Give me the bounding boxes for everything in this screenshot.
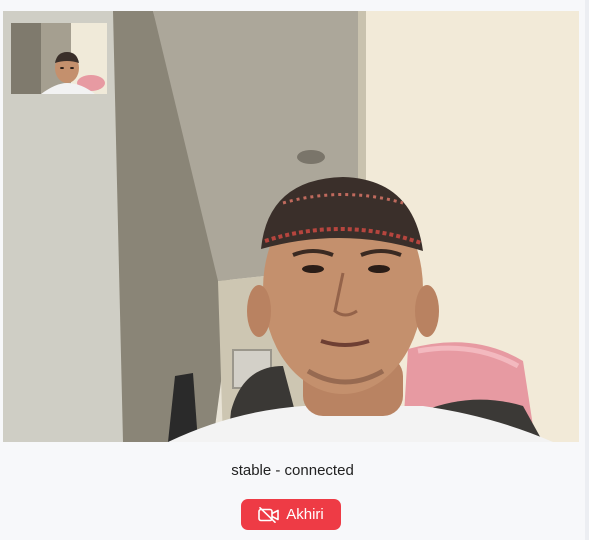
- end-call-label: Akhiri: [286, 506, 324, 523]
- scrollbar-track: [585, 0, 589, 540]
- connection-status: stable - connected: [231, 462, 354, 479]
- video-call-card: stable - connected Akhiri: [0, 0, 585, 540]
- local-video-preview: [11, 23, 107, 94]
- video-off-icon: [258, 506, 280, 523]
- end-call-button[interactable]: Akhiri: [241, 499, 341, 530]
